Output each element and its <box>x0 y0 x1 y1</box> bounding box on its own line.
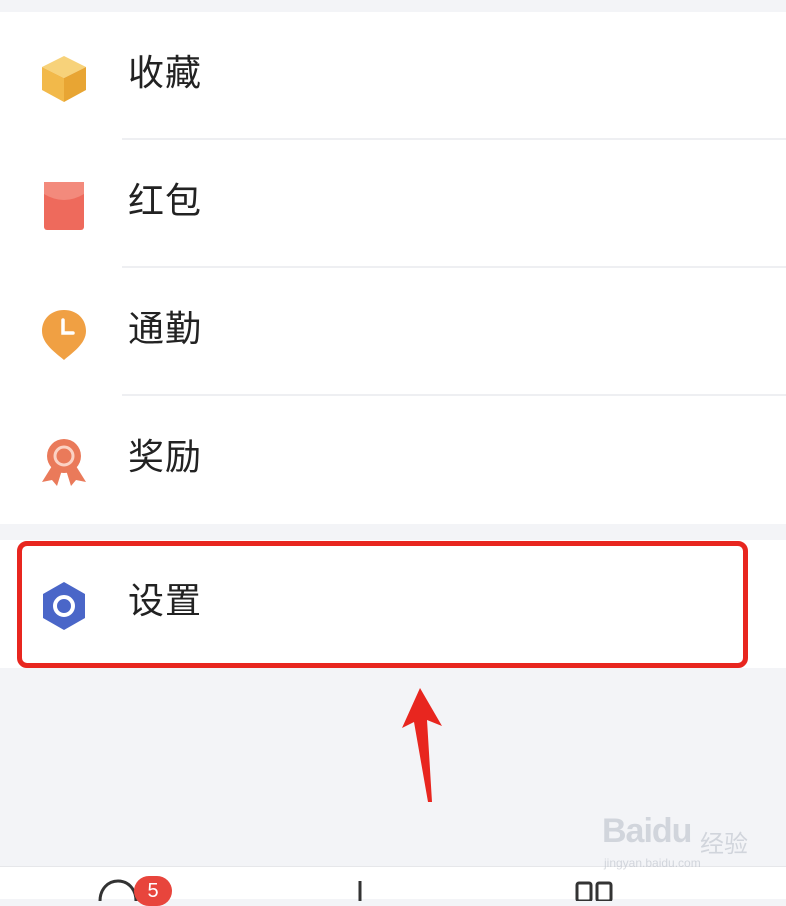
red-envelope-icon <box>44 182 84 230</box>
favorites-box-icon <box>42 56 86 102</box>
watermark-brand: Baidu <box>602 812 692 850</box>
menu-card: 收藏 红包 通勤 奖励 <box>0 12 786 524</box>
watermark-url: jingyan.baidu.com <box>604 856 701 870</box>
annotation-highlight-box <box>17 541 748 668</box>
menu-item-commute[interactable]: 通勤 <box>0 268 786 396</box>
menu-item-label: 红包 <box>128 181 203 222</box>
menu-item-favorites[interactable]: 收藏 <box>0 12 786 140</box>
menu-item-label: 通勤 <box>128 309 203 350</box>
menu-item-red-envelope[interactable]: 红包 <box>0 140 786 268</box>
reward-medal-icon <box>42 439 86 486</box>
baidu-jingyan-watermark: Baidu 经验 jingyan.baidu.com <box>602 812 772 872</box>
watermark-brand-cn: 经验 <box>700 830 748 858</box>
annotation-arrow-icon <box>402 688 442 802</box>
menu-item-reward[interactable]: 奖励 <box>0 396 786 524</box>
top-spacer <box>0 0 786 12</box>
menu-item-label: 收藏 <box>128 53 203 94</box>
menu-item-label: 奖励 <box>128 437 203 478</box>
commute-clock-pin-icon <box>42 310 86 360</box>
unread-badge: 5 <box>134 876 172 906</box>
